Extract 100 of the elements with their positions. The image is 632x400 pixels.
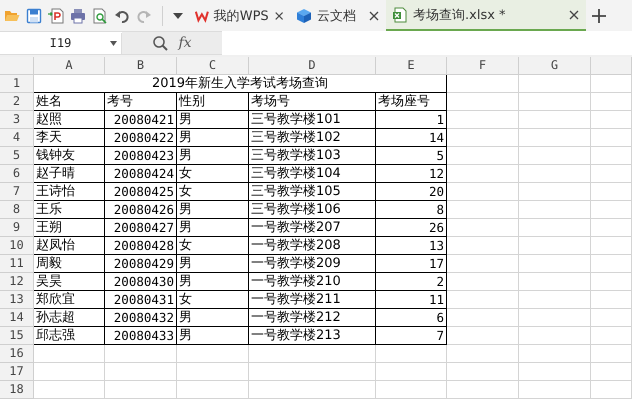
row-header[interactable]: 18 — [0, 381, 34, 399]
table-cell: 周毅 — [34, 255, 105, 273]
empty-cell — [447, 75, 519, 93]
empty-cell — [519, 309, 591, 327]
print-icon[interactable] — [70, 8, 86, 24]
table-cell: 三号教学楼101 — [249, 111, 376, 129]
row-header[interactable]: 14 — [0, 309, 34, 327]
column-header[interactable]: G — [519, 57, 591, 75]
empty-cell — [519, 129, 591, 147]
row-header[interactable]: 3 — [0, 111, 34, 129]
table-cell: 男 — [177, 255, 249, 273]
empty-cell — [519, 219, 591, 237]
table-cell: 20080431 — [105, 291, 177, 309]
document-tab[interactable]: 考场查询.xlsx * — [386, 0, 586, 31]
table-cell: 1 — [376, 111, 447, 129]
header-cell: 考场号 — [249, 93, 376, 111]
dropdown-caret-icon[interactable] — [173, 12, 183, 18]
row-header[interactable]: 8 — [0, 201, 34, 219]
row-header[interactable]: 1 — [0, 75, 34, 93]
dropdown-caret-icon[interactable] — [110, 40, 117, 46]
row-header[interactable]: 16 — [0, 345, 34, 363]
save-icon[interactable] — [26, 8, 42, 24]
row-header[interactable]: 2 — [0, 93, 34, 111]
spreadsheet-file-icon — [392, 6, 408, 22]
table-cell: 王诗怡 — [34, 183, 105, 201]
empty-cell — [447, 129, 519, 147]
table-cell: 20080433 — [105, 327, 177, 345]
empty-cell — [447, 273, 519, 291]
column-header[interactable]: D — [249, 57, 376, 75]
table-cell: 男 — [177, 219, 249, 237]
table-cell: 5 — [376, 147, 447, 165]
column-header[interactable]: E — [376, 57, 447, 75]
empty-cell — [591, 363, 632, 381]
table-cell: 赵子晴 — [34, 165, 105, 183]
column-header[interactable]: F — [447, 57, 519, 75]
empty-cell — [105, 363, 177, 381]
row-header[interactable]: 15 — [0, 327, 34, 345]
empty-cell — [519, 75, 591, 93]
close-icon[interactable] — [568, 8, 580, 20]
empty-cell — [591, 291, 632, 309]
empty-cell — [447, 201, 519, 219]
table-cell: 一号教学楼208 — [249, 237, 376, 255]
table-cell: 吴昊 — [34, 273, 105, 291]
column-header[interactable]: A — [34, 57, 105, 75]
table-cell: 20080421 — [105, 111, 177, 129]
empty-cell — [591, 255, 632, 273]
empty-cell — [105, 381, 177, 399]
formula-input[interactable] — [222, 31, 632, 55]
empty-cell — [591, 93, 632, 111]
table-cell: 一号教学楼209 — [249, 255, 376, 273]
table-cell: 11 — [376, 291, 447, 309]
function-button[interactable]: fx — [178, 35, 192, 51]
table-cell: 女 — [177, 237, 249, 255]
zoom-icon[interactable] — [152, 35, 168, 51]
empty-cell — [105, 345, 177, 363]
table-cell: 钱钟友 — [34, 147, 105, 165]
add-tab-icon[interactable] — [592, 8, 606, 22]
table-cell: 女 — [177, 165, 249, 183]
header-cell: 考场座号 — [376, 93, 447, 111]
table-cell: 三号教学楼104 — [249, 165, 376, 183]
empty-cell — [447, 255, 519, 273]
row-header[interactable]: 10 — [0, 237, 34, 255]
empty-cell — [447, 345, 519, 363]
table-cell: 男 — [177, 327, 249, 345]
table-cell: 三号教学楼102 — [249, 129, 376, 147]
empty-cell — [519, 291, 591, 309]
row-header[interactable]: 4 — [0, 129, 34, 147]
row-header[interactable]: 5 — [0, 147, 34, 165]
row-header[interactable]: 11 — [0, 255, 34, 273]
table-cell: 20080423 — [105, 147, 177, 165]
empty-cell — [177, 345, 249, 363]
empty-cell — [591, 75, 632, 93]
empty-cell — [591, 219, 632, 237]
row-header[interactable]: 9 — [0, 219, 34, 237]
table-cell: 三号教学楼103 — [249, 147, 376, 165]
column-header[interactable]: B — [105, 57, 177, 75]
table-cell: 2 — [376, 273, 447, 291]
row-header[interactable]: 6 — [0, 165, 34, 183]
empty-cell — [447, 219, 519, 237]
table-cell: 一号教学楼207 — [249, 219, 376, 237]
table-cell: 8 — [376, 201, 447, 219]
table-cell: 20080422 — [105, 129, 177, 147]
row-header[interactable]: 13 — [0, 291, 34, 309]
row-header[interactable]: 17 — [0, 363, 34, 381]
empty-cell — [519, 381, 591, 399]
column-header[interactable]: C — [177, 57, 249, 75]
empty-cell — [447, 165, 519, 183]
header-cell: 考号 — [105, 93, 177, 111]
close-icon[interactable] — [368, 10, 380, 22]
empty-cell — [591, 165, 632, 183]
table-cell: 26 — [376, 219, 447, 237]
empty-cell — [447, 291, 519, 309]
print-preview-icon[interactable] — [92, 8, 108, 24]
row-header[interactable]: 12 — [0, 273, 34, 291]
empty-cell — [591, 327, 632, 345]
table-cell: 20080429 — [105, 255, 177, 273]
row-header[interactable]: 7 — [0, 183, 34, 201]
close-icon[interactable] — [274, 10, 284, 22]
export-pdf-icon[interactable] — [48, 8, 64, 24]
empty-cell — [591, 309, 632, 327]
